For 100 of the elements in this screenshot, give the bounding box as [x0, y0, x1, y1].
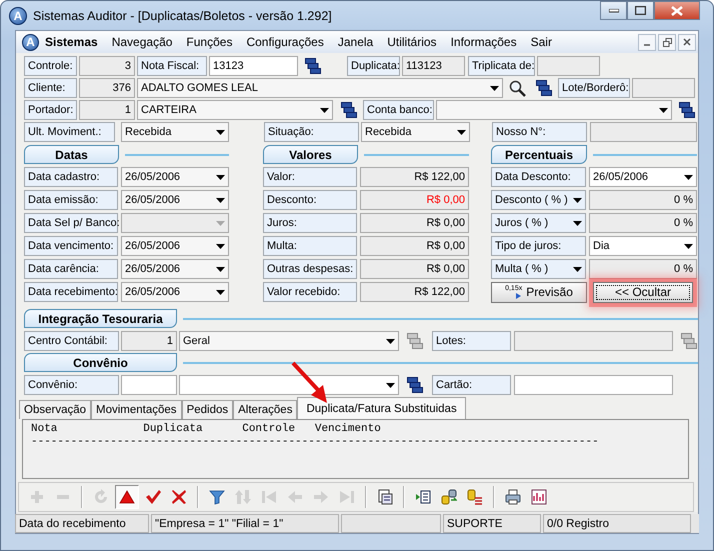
- tab[interactable]: Movimentações: [91, 400, 182, 419]
- dropdown[interactable]: Juros ( % ): [491, 213, 586, 233]
- dropdown[interactable]: Recebida: [121, 122, 229, 142]
- menu-item[interactable]: Sistemas: [45, 35, 105, 49]
- memo-line: --------------------------------------------------------------------------------------: [31, 436, 600, 449]
- field-label: Duplicata:: [347, 56, 400, 76]
- minimize-icon[interactable]: [608, 8, 618, 12]
- field-label: Data Sel p/ Banco:: [24, 213, 118, 233]
- value-field[interactable]: 376: [79, 78, 135, 98]
- menu-item[interactable]: Utilitários: [380, 35, 444, 49]
- tab[interactable]: Observação: [19, 400, 92, 419]
- value-field[interactable]: [514, 375, 673, 395]
- close-icon[interactable]: [171, 489, 187, 505]
- caret-icon: [216, 266, 225, 272]
- field-label: Cartão:: [432, 375, 511, 395]
- caret-icon: [386, 382, 395, 388]
- caret-icon: [386, 338, 395, 344]
- close-icon[interactable]: [683, 38, 691, 46]
- windows-icon[interactable]: [407, 377, 423, 393]
- date-dropdown[interactable]: 26/05/2006: [121, 282, 229, 302]
- database-icon[interactable]: [467, 489, 483, 505]
- windows-icon[interactable]: [536, 80, 552, 96]
- value-field[interactable]: R$ 0,00: [360, 236, 469, 256]
- section-header: Percentuais: [491, 145, 587, 164]
- maximize-button[interactable]: [627, 1, 654, 20]
- status-text: Data do recebimento: [15, 514, 149, 533]
- value-field[interactable]: 0 %: [589, 213, 697, 233]
- value-field[interactable]: 1: [121, 331, 177, 351]
- value-field[interactable]: [632, 78, 695, 98]
- field-label: Data recebimento:: [24, 282, 118, 302]
- caret-icon: [573, 198, 582, 202]
- menu-item[interactable]: Configurações: [239, 35, 331, 49]
- menu-item[interactable]: Funções: [179, 35, 240, 49]
- database-icon[interactable]: [441, 489, 457, 505]
- value-field[interactable]: R$ 0,00: [360, 213, 469, 233]
- field-label: Centro Contábil:: [24, 331, 119, 351]
- dropdown[interactable]: ADALTO GOMES LEAL: [137, 78, 503, 98]
- windows-icon[interactable]: [341, 102, 357, 118]
- field-label: Data emissão:: [24, 190, 118, 210]
- value-field[interactable]: [121, 375, 177, 395]
- dropdown[interactable]: Desconto ( % ): [491, 190, 586, 210]
- date-dropdown[interactable]: 26/05/2006: [121, 190, 229, 210]
- menu-item[interactable]: Sair: [524, 35, 559, 49]
- date-dropdown[interactable]: 26/05/2006: [121, 236, 229, 256]
- tab[interactable]: Pedidos: [182, 400, 234, 419]
- caret-icon: [659, 108, 668, 112]
- dropdown[interactable]: Recebida: [361, 122, 470, 142]
- value-field[interactable]: R$ 122,00: [360, 167, 469, 187]
- dropdown[interactable]: CARTEIRA: [137, 100, 333, 120]
- windows-icon[interactable]: [679, 102, 695, 118]
- document-icon[interactable]: [377, 489, 393, 505]
- value-field[interactable]: 3: [79, 56, 135, 76]
- restore-icon[interactable]: [662, 38, 672, 46]
- maximize-icon[interactable]: [635, 6, 646, 15]
- caret-icon: [573, 220, 582, 226]
- field-label: Data vencimento:: [24, 236, 118, 256]
- caret-icon: [457, 130, 466, 134]
- caret-icon: [490, 86, 499, 90]
- field-label: Valor recebido:: [263, 282, 357, 302]
- print-icon[interactable]: [505, 489, 521, 505]
- value-field[interactable]: 1: [79, 100, 135, 120]
- dropdown[interactable]: Multa ( % ): [491, 259, 586, 279]
- date-dropdown[interactable]: 26/05/2006: [121, 167, 229, 187]
- value-field[interactable]: R$ 122,00: [360, 282, 469, 302]
- dropdown[interactable]: Geral: [179, 331, 399, 351]
- menu-item[interactable]: Janela: [330, 35, 380, 49]
- hide-button[interactable]: << Ocultar: [593, 282, 693, 302]
- dropdown[interactable]: 26/05/2006: [589, 167, 697, 187]
- value-field[interactable]: 13123: [209, 56, 298, 76]
- filter-icon[interactable]: [209, 489, 225, 505]
- value-field[interactable]: [514, 331, 673, 351]
- dropdown[interactable]: Dia: [589, 236, 697, 256]
- restore-button[interactable]: [658, 34, 676, 50]
- list-icon[interactable]: [415, 489, 431, 505]
- menu-item[interactable]: Navegação: [104, 35, 180, 49]
- date-dropdown[interactable]: 26/05/2006: [121, 259, 229, 279]
- triangle-icon[interactable]: [119, 489, 135, 505]
- check-icon[interactable]: [145, 489, 161, 505]
- windows-icon[interactable]: [305, 58, 321, 74]
- caret-icon: [216, 290, 225, 294]
- search-icon[interactable]: [509, 80, 526, 96]
- value-field[interactable]: [537, 56, 600, 76]
- close-button[interactable]: [678, 34, 696, 50]
- field-label: Outras despesas:: [263, 259, 357, 279]
- value-field[interactable]: [590, 122, 697, 142]
- caret-icon: [216, 130, 225, 134]
- dropdown[interactable]: [179, 375, 399, 395]
- field-label: Multa:: [263, 236, 357, 256]
- minimize-button[interactable]: [600, 1, 627, 20]
- section-header: Valores: [263, 145, 358, 164]
- value-field[interactable]: 0 %: [589, 259, 697, 279]
- close-button[interactable]: [654, 1, 700, 20]
- tab[interactable]: Alterações: [233, 400, 298, 419]
- menu-item[interactable]: Informações: [444, 35, 524, 49]
- value-field[interactable]: 113123: [402, 56, 465, 76]
- value-field[interactable]: 0 %: [589, 190, 697, 210]
- chart-icon[interactable]: [531, 489, 547, 505]
- value-field[interactable]: R$ 0,00: [360, 259, 469, 279]
- field-label: Lote/Borderô:: [558, 78, 630, 98]
- tab[interactable]: Duplicata/Fatura Substituidas: [297, 397, 466, 419]
